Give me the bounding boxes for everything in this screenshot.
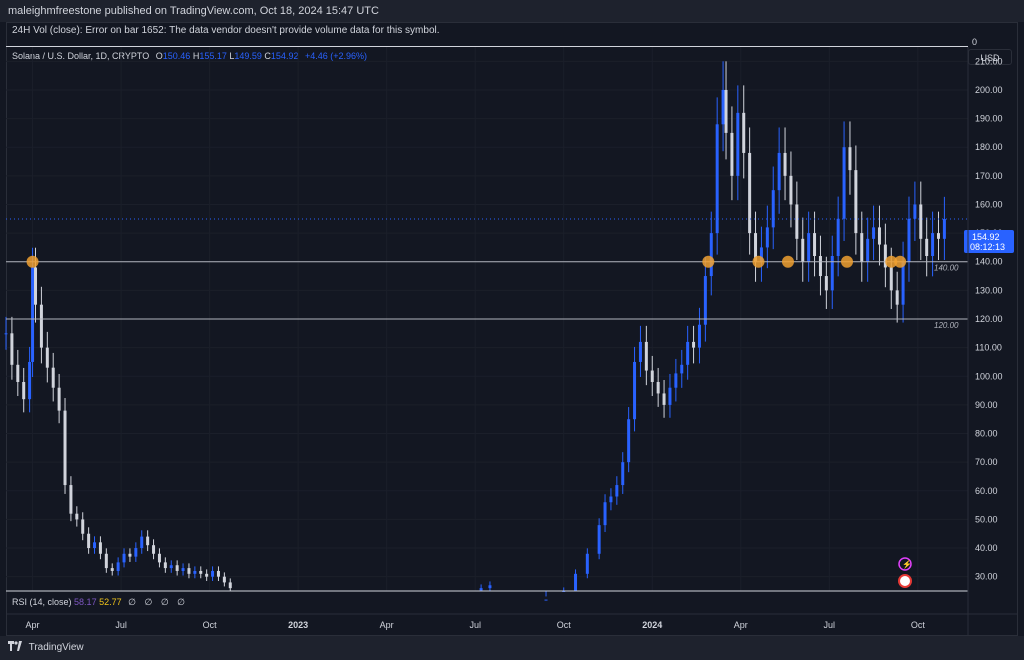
volume-pane: 24H Vol (close): Error on bar 1652: The … [6,22,968,47]
currency-button[interactable]: USD [968,49,1012,65]
published-header: maleighmfreestone published on TradingVi… [0,0,1024,22]
symbol-name[interactable]: Solana / U.S. Dollar, 1D, CRYPTO [12,51,149,61]
open-label: O [155,51,163,61]
chart-frame[interactable] [6,22,1018,636]
footer-brand: TradingView [28,642,84,653]
open-value: 150.46 [162,51,191,61]
rsi-icons: ∅ ∅ ∅ ∅ [128,597,189,607]
tradingview-logo-icon [8,641,22,651]
symbol-legend[interactable]: Solana / U.S. Dollar, 1D, CRYPTO O150.46… [12,51,367,61]
low-value: 149.59 [234,51,262,61]
high-value: 155.17 [199,51,227,61]
rsi-value-2: 52.77 [99,597,122,607]
rsi-title: RSI (14, close) [12,597,72,607]
footer: TradingView [0,636,1024,660]
price-change: +4.46 (+2.96%) [304,51,368,61]
rsi-legend[interactable]: RSI (14, close) 58.17 52.77 ∅ ∅ ∅ ∅ [12,597,188,608]
volume-scale-value: 0 [972,37,978,47]
volume-error-message: 24H Vol (close): Error on bar 1652: The … [12,25,440,36]
close-value: 154.92 [270,51,299,61]
rsi-value-1: 58.17 [74,597,97,607]
